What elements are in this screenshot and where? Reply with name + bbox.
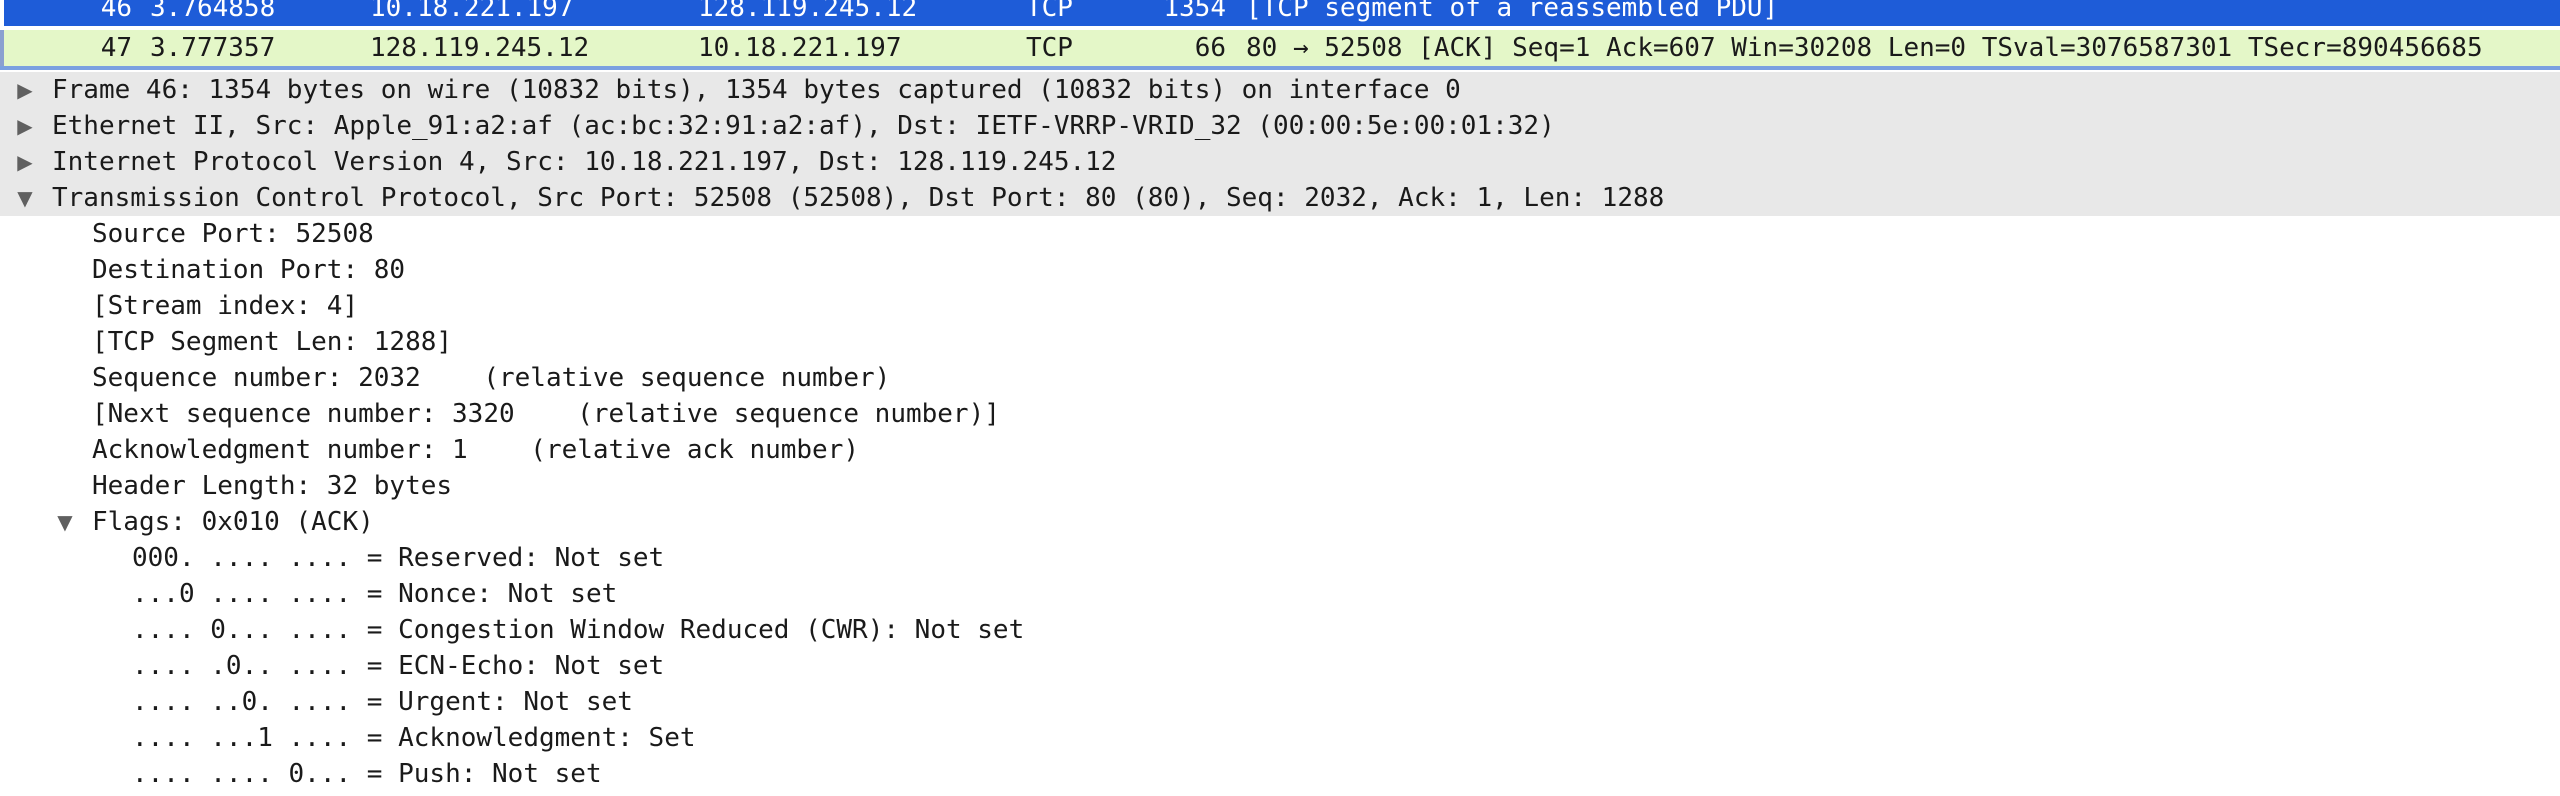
tree-item-label: .... .0.. .... = ECN-Echo: Not set: [132, 651, 665, 681]
tcp-field-ack[interactable]: Acknowledgment number: 1 (relative ack n…: [0, 432, 2560, 468]
collapse-arrow-icon[interactable]: ▼: [50, 504, 80, 540]
packet-row-47[interactable]: 47 3.777357 128.119.245.12 10.18.221.197…: [0, 30, 2560, 70]
packet-source: 10.18.221.197: [370, 0, 574, 23]
packet-time: 3.777357: [150, 33, 276, 63]
packet-details-tree: ▶ Frame 46: 1354 bytes on wire (10832 bi…: [0, 72, 2560, 796]
packet-no: 46: [100, 0, 132, 23]
tree-item-label: .... ..0. .... = Urgent: Not set: [132, 687, 633, 717]
tree-item-label: [Next sequence number: 3320 (relative se…: [92, 399, 1000, 429]
packet-no: 47: [100, 33, 132, 63]
tree-item-label: Frame 46: 1354 bytes on wire (10832 bits…: [52, 75, 1461, 105]
flag-ecn-echo[interactable]: .... .0.. .... = ECN-Echo: Not set: [0, 648, 2560, 684]
tcp-field-header-len[interactable]: Header Length: 32 bytes: [0, 468, 2560, 504]
tcp-field-segment-len[interactable]: [TCP Segment Len: 1288]: [0, 324, 2560, 360]
selection-marker: [0, 0, 4, 26]
packet-list: 46 3.764858 10.18.221.197 128.119.245.12…: [0, 0, 2560, 72]
tree-item-label: .... .... 0... = Push: Not set: [132, 759, 602, 789]
tree-item-label: [Stream index: 4]: [92, 291, 359, 321]
tree-item-label: Internet Protocol Version 4, Src: 10.18.…: [52, 147, 1117, 177]
packet-info: 80 → 52508 [ACK] Seq=1 Ack=607 Win=30208…: [1246, 33, 2483, 63]
flag-push[interactable]: .... .... 0... = Push: Not set: [0, 756, 2560, 792]
tcp-field-src-port[interactable]: Source Port: 52508: [0, 216, 2560, 252]
related-marker: [0, 30, 4, 66]
tree-item-label: .... ...1 .... = Acknowledgment: Set: [132, 723, 696, 753]
expand-arrow-icon[interactable]: ▶: [10, 72, 40, 108]
tree-item-frame[interactable]: ▶ Frame 46: 1354 bytes on wire (10832 bi…: [0, 72, 2560, 108]
flag-cwr[interactable]: .... 0... .... = Congestion Window Reduc…: [0, 612, 2560, 648]
packet-row-46[interactable]: 46 3.764858 10.18.221.197 128.119.245.12…: [0, 0, 2560, 26]
tree-item-tcp[interactable]: ▼ Transmission Control Protocol, Src Por…: [0, 180, 2560, 216]
flag-reserved[interactable]: 000. .... .... = Reserved: Not set: [0, 540, 2560, 576]
expand-arrow-icon[interactable]: ▶: [10, 144, 40, 180]
tcp-field-seq[interactable]: Sequence number: 2032 (relative sequence…: [0, 360, 2560, 396]
packet-protocol: TCP: [1026, 0, 1073, 23]
tcp-field-flags[interactable]: ▼ Flags: 0x010 (ACK): [0, 504, 2560, 540]
tree-item-label: Flags: 0x010 (ACK): [92, 507, 374, 537]
tree-item-label: Acknowledgment number: 1 (relative ack n…: [92, 435, 860, 465]
tree-item-label: Sequence number: 2032 (relative sequence…: [92, 363, 891, 393]
packet-destination: 10.18.221.197: [698, 33, 902, 63]
collapse-arrow-icon[interactable]: ▼: [10, 180, 40, 216]
tree-item-ip[interactable]: ▶ Internet Protocol Version 4, Src: 10.1…: [0, 144, 2560, 180]
packet-source: 128.119.245.12: [370, 33, 590, 63]
tcp-field-next-seq[interactable]: [Next sequence number: 3320 (relative se…: [0, 396, 2560, 432]
tree-item-label: Destination Port: 80: [92, 255, 406, 285]
expand-arrow-icon[interactable]: ▶: [10, 108, 40, 144]
flag-nonce[interactable]: ...0 .... .... = Nonce: Not set: [0, 576, 2560, 612]
tree-item-label: 000. .... .... = Reserved: Not set: [132, 543, 665, 573]
packet-length: 1354: [1163, 0, 1226, 23]
tcp-field-dst-port[interactable]: Destination Port: 80: [0, 252, 2560, 288]
tree-item-label: [TCP Segment Len: 1288]: [92, 327, 453, 357]
packet-length: 66: [1194, 33, 1226, 63]
tree-item-label: ...0 .... .... = Nonce: Not set: [132, 579, 618, 609]
packet-destination: 128.119.245.12: [698, 0, 918, 23]
tree-item-ethernet[interactable]: ▶ Ethernet II, Src: Apple_91:a2:af (ac:b…: [0, 108, 2560, 144]
packet-info: [TCP segment of a reassembled PDU]: [1246, 0, 1779, 23]
tree-item-label: Source Port: 52508: [92, 219, 374, 249]
tree-item-label: Transmission Control Protocol, Src Port:…: [52, 183, 1665, 213]
tree-item-label: .... 0... .... = Congestion Window Reduc…: [132, 615, 1025, 645]
flag-urgent[interactable]: .... ..0. .... = Urgent: Not set: [0, 684, 2560, 720]
tree-item-label: Header Length: 32 bytes: [92, 471, 453, 501]
packet-time: 3.764858: [150, 0, 276, 23]
tcp-field-stream-index[interactable]: [Stream index: 4]: [0, 288, 2560, 324]
tree-item-label: Ethernet II, Src: Apple_91:a2:af (ac:bc:…: [52, 111, 1555, 141]
packet-protocol: TCP: [1026, 33, 1073, 63]
flag-acknowledgment[interactable]: .... ...1 .... = Acknowledgment: Set: [0, 720, 2560, 756]
